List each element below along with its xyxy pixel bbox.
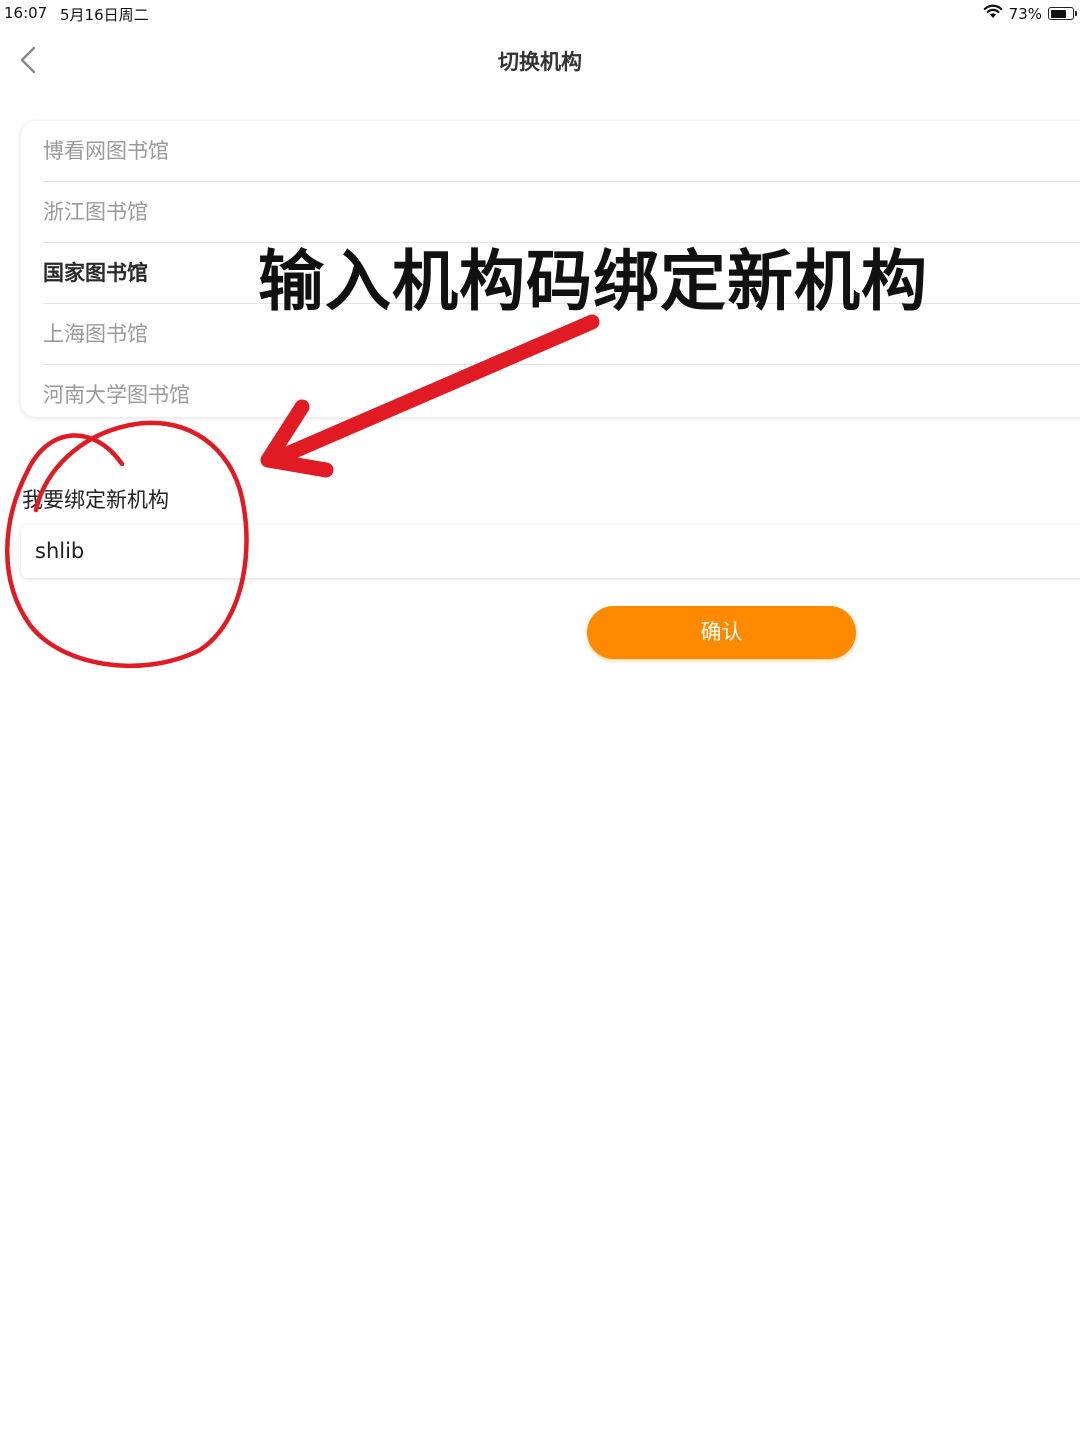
wifi-icon: [983, 4, 1003, 23]
battery-level: [1050, 9, 1066, 18]
annotation-text: 输入机构码绑定新机构: [258, 243, 928, 320]
status-time: 16:07: [4, 4, 48, 22]
bind-new-org-label: 我要绑定新机构: [22, 488, 169, 512]
org-item-label: 博看网图书馆: [43, 139, 169, 163]
org-item-henan-university[interactable]: 河南大学图书馆: [43, 365, 1080, 425]
status-bar: 16:07 5月16日周二 73%: [0, 0, 1080, 28]
status-indicators: 73%: [983, 4, 1077, 23]
org-item-label: 上海图书馆: [43, 322, 148, 346]
nav-bar: 切换机构: [0, 36, 1080, 86]
org-item-bokan[interactable]: 博看网图书馆: [43, 121, 1080, 182]
org-item-label: 浙江图书馆: [43, 200, 148, 224]
org-item-label: 河南大学图书馆: [43, 383, 190, 407]
page-title: 切换机构: [498, 50, 582, 74]
org-item-label: 国家图书馆: [43, 261, 148, 285]
battery-percent: 73%: [1008, 4, 1042, 23]
org-code-input[interactable]: shlib: [21, 525, 1080, 578]
battery-icon: [1048, 7, 1077, 20]
status-date: 5月16日周二: [60, 6, 149, 24]
confirm-button[interactable]: 确认: [587, 606, 856, 659]
